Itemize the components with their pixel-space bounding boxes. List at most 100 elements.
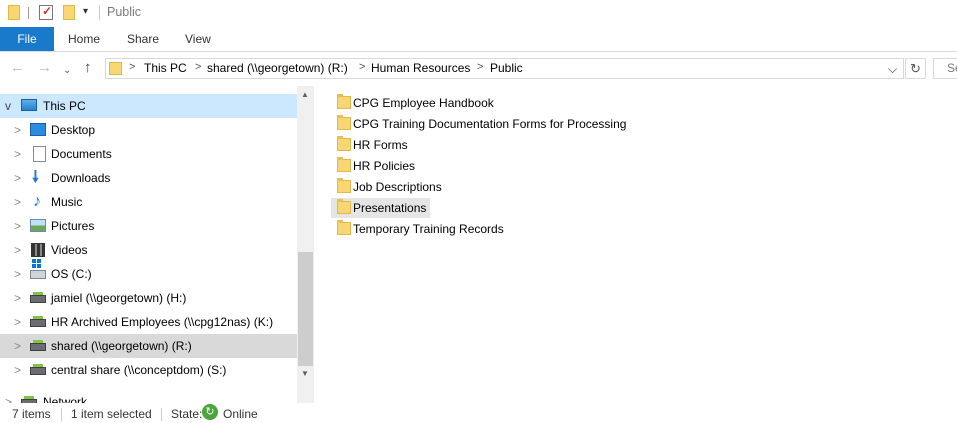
nav-item-label: HR Archived Employees (\\cpg12nas) (K:) (51, 315, 274, 329)
nav-item-documents[interactable]: > Documents (0, 142, 297, 166)
nav-item-label: This PC (43, 99, 86, 113)
expand-chevron-icon[interactable]: > (5, 395, 12, 403)
collapse-chevron-icon[interactable]: v (5, 99, 11, 113)
tab-view[interactable]: View (185, 27, 211, 51)
customize-quick-access-icon[interactable]: ▾ (83, 6, 88, 18)
tab-share[interactable]: Share (127, 27, 159, 51)
nav-item-music[interactable]: > ♪ Music (0, 190, 297, 214)
expand-chevron-icon[interactable]: > (14, 339, 21, 353)
sync-online-icon: ↻ (202, 404, 218, 420)
address-bar[interactable]: > This PC > shared (\\georgetown) (R:) >… (105, 58, 904, 79)
expand-chevron-icon[interactable]: > (14, 363, 21, 377)
nav-item-os-drive[interactable]: > OS (C:) (0, 262, 297, 286)
network-drive-icon (30, 292, 46, 303)
address-dropdown-icon[interactable]: ⌵ (888, 62, 897, 77)
forward-icon[interactable]: → (37, 60, 52, 76)
breadcrumb-separator[interactable]: > (195, 61, 201, 73)
breadcrumb-this-pc[interactable]: This PC (144, 61, 187, 75)
computer-icon (21, 99, 37, 111)
list-item[interactable]: CPG Training Documentation Forms for Pro… (331, 114, 631, 134)
title-divider (99, 5, 100, 20)
breadcrumb-public[interactable]: Public (490, 61, 523, 75)
folder-icon (337, 136, 351, 151)
breadcrumb-human-resources[interactable]: Human Resources (371, 61, 470, 75)
nav-item-desktop[interactable]: > Desktop (0, 118, 297, 142)
nav-item-label: Documents (51, 147, 112, 161)
videos-icon (31, 243, 45, 257)
expand-chevron-icon[interactable]: > (14, 195, 21, 209)
network-drive-icon (30, 364, 46, 375)
nav-item-label: Network (43, 395, 88, 403)
navigation-pane[interactable]: v This PC > Desktop > Documents > 🠗 Down… (0, 94, 297, 403)
expand-chevron-icon[interactable]: > (14, 171, 21, 185)
nav-item-network[interactable]: > Network (0, 390, 297, 403)
scroll-up-icon[interactable]: ▲ (301, 90, 309, 99)
status-divider (61, 408, 62, 421)
music-icon: ♪ (33, 193, 41, 210)
file-name: HR Forms (353, 138, 408, 152)
expand-chevron-icon[interactable]: > (14, 243, 21, 257)
nav-item-videos[interactable]: > Videos (0, 238, 297, 262)
properties-icon[interactable] (39, 4, 53, 20)
pictures-icon (30, 219, 46, 232)
nav-item-central-share-drive[interactable]: > central share (\\conceptdom) (S:) (0, 358, 297, 382)
toolbar-separator (28, 7, 29, 19)
folder-icon (337, 220, 351, 235)
nav-item-label: Downloads (51, 171, 111, 185)
list-item[interactable]: Temporary Training Records (331, 219, 511, 239)
nav-item-downloads[interactable]: > 🠗 Downloads (0, 166, 297, 190)
up-icon[interactable]: ↑ (84, 60, 92, 76)
expand-chevron-icon[interactable]: > (14, 315, 21, 329)
local-drive-icon (30, 264, 46, 279)
folder-icon[interactable] (8, 5, 20, 20)
folder-icon (337, 157, 351, 172)
nav-item-shared-drive[interactable]: > shared (\\georgetown) (R:) (0, 334, 297, 358)
list-item[interactable]: Job Descriptions (331, 177, 446, 197)
file-name: HR Policies (353, 159, 416, 173)
tab-home[interactable]: Home (68, 27, 100, 51)
status-divider (161, 408, 162, 421)
recent-locations-icon[interactable]: ⌄ (63, 63, 71, 79)
scrollbar-thumb[interactable] (298, 252, 313, 366)
breadcrumb-separator[interactable]: > (477, 61, 483, 73)
nav-pane-scrollbar[interactable]: ▲ ▼ (297, 86, 314, 403)
file-name: Temporary Training Records (353, 222, 504, 236)
nav-item-label: Videos (51, 243, 88, 257)
nav-item-hr-archived-drive[interactable]: > HR Archived Employees (\\cpg12nas) (K:… (0, 310, 297, 334)
file-list[interactable]: CPG Employee Handbook CPG Training Docum… (314, 86, 957, 403)
expand-chevron-icon[interactable]: > (14, 147, 21, 161)
desktop-icon (30, 123, 46, 136)
scroll-down-icon[interactable]: ▼ (301, 369, 309, 378)
file-name: Presentations (353, 201, 427, 215)
list-item[interactable]: HR Forms (331, 135, 411, 155)
list-item[interactable]: HR Policies (331, 156, 421, 176)
expand-chevron-icon[interactable]: > (14, 219, 21, 233)
list-item[interactable]: Presentations (331, 198, 430, 218)
search-input[interactable]: Se (933, 58, 957, 79)
expand-chevron-icon[interactable]: > (14, 291, 21, 305)
expand-chevron-icon[interactable]: > (14, 123, 21, 137)
nav-item-label: Desktop (51, 123, 96, 137)
nav-item-label: shared (\\georgetown) (R:) (51, 339, 192, 353)
item-count: 7 items (12, 407, 51, 421)
refresh-icon[interactable]: ↻ (905, 58, 926, 79)
ribbon-tabs: File Home Share View (0, 27, 957, 52)
folder-icon (337, 94, 351, 109)
nav-item-this-pc[interactable]: v This PC (0, 94, 297, 118)
expand-chevron-icon[interactable]: > (14, 267, 21, 281)
network-drive-icon (30, 340, 46, 351)
folder-icon (337, 178, 351, 193)
nav-item-pictures[interactable]: > Pictures (0, 214, 297, 238)
breadcrumb-separator[interactable]: > (359, 61, 365, 73)
breadcrumb-separator[interactable]: > (129, 61, 135, 73)
nav-item-jamiel-drive[interactable]: > jamiel (\\georgetown) (H:) (0, 286, 297, 310)
list-item[interactable]: CPG Employee Handbook (331, 93, 501, 113)
window-title: Public (107, 5, 142, 19)
breadcrumb-shared[interactable]: shared (\\georgetown) (R:) (207, 61, 348, 75)
file-name: Job Descriptions (353, 180, 442, 194)
tab-file[interactable]: File (0, 27, 54, 51)
nav-item-label: OS (C:) (51, 267, 92, 281)
back-icon[interactable]: ← (10, 60, 25, 76)
selection-count: 1 item selected (71, 407, 152, 421)
new-folder-icon[interactable] (63, 5, 75, 20)
